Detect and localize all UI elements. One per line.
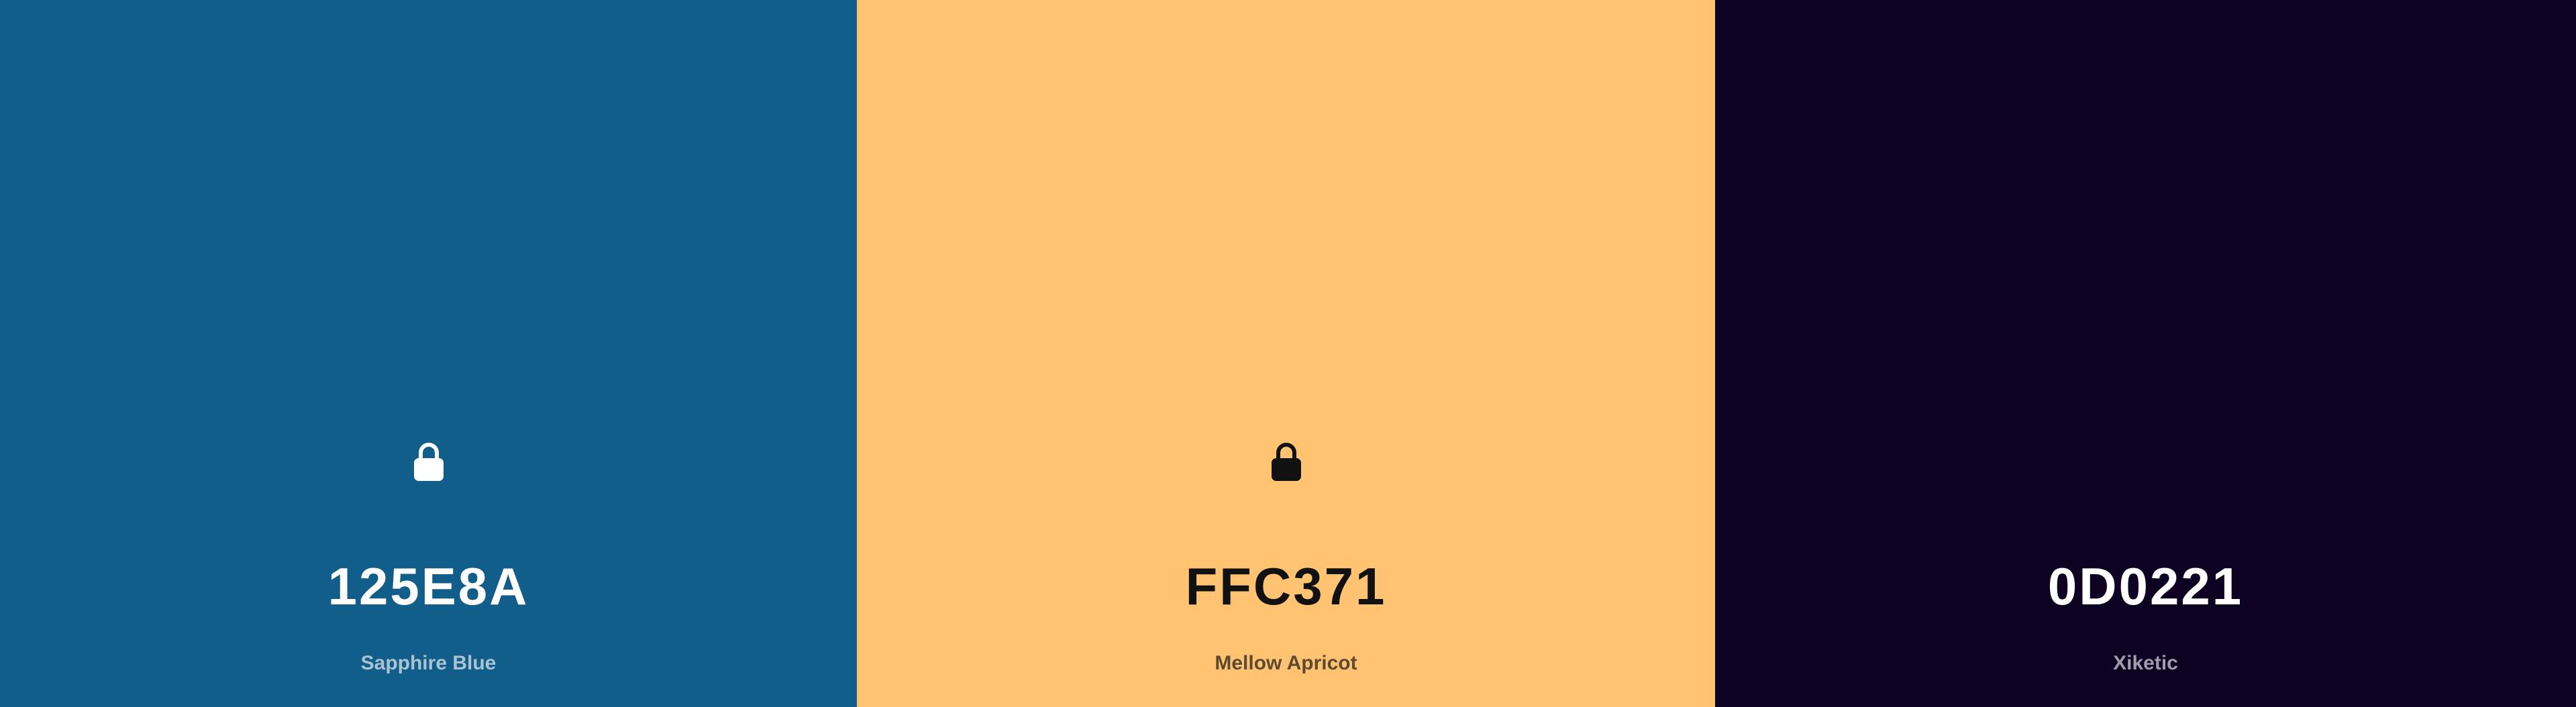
hex-code[interactable]: FFC371 xyxy=(857,555,1715,617)
swatch-xiketic[interactable]: 0D0221 Xiketic xyxy=(1715,0,2576,707)
swatch-sapphire-blue[interactable]: 125E8A Sapphire Blue xyxy=(0,0,857,707)
lock-icon[interactable] xyxy=(410,439,448,482)
hex-code[interactable]: 0D0221 xyxy=(1715,555,2576,617)
color-name: Mellow Apricot xyxy=(1215,652,1357,674)
hex-code[interactable]: 125E8A xyxy=(0,555,857,617)
color-name: Xiketic xyxy=(2113,652,2178,674)
lock-icon[interactable] xyxy=(1268,439,1305,482)
color-name: Sapphire Blue xyxy=(360,652,497,674)
color-palette: 125E8A Sapphire Blue FFC371 Mellow Apric… xyxy=(0,0,2576,707)
swatch-mellow-apricot[interactable]: FFC371 Mellow Apricot xyxy=(857,0,1715,707)
